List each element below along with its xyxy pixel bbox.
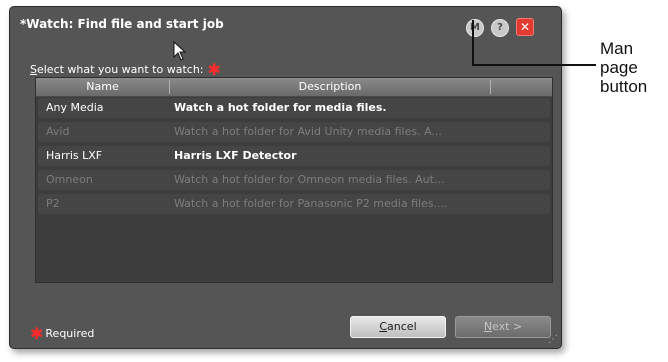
callout-line: page: [600, 58, 638, 77]
man-page-button[interactable]: M: [466, 19, 484, 37]
mouse-cursor-icon: [173, 41, 187, 61]
cancel-label: ancel: [387, 320, 417, 333]
column-divider[interactable]: [490, 80, 491, 94]
callout-line: button: [600, 77, 648, 96]
callout-label: Man page button: [600, 39, 668, 96]
row-name: Any Media: [46, 101, 104, 114]
required-star-icon: ✱: [30, 324, 44, 343]
list-row-omneon[interactable]: Omneon Watch a hot folder for Omneon med…: [38, 170, 550, 190]
title-bar[interactable]: *Watch: Find file and start job M ? ✕: [10, 7, 561, 43]
list-row-avid[interactable]: Avid Watch a hot folder for Avid Unity m…: [38, 122, 550, 142]
close-button[interactable]: ✕: [516, 18, 534, 36]
row-name: Harris LXF: [46, 149, 103, 162]
required-label: Required: [45, 327, 95, 340]
help-icon: ?: [497, 22, 503, 33]
list-row-any-media[interactable]: Any Media Watch a hot folder for media f…: [38, 98, 550, 118]
list-header: Name Description: [36, 78, 552, 97]
row-description: Watch a hot folder for Avid Unity media …: [174, 125, 442, 138]
next-label: ext >: [492, 320, 523, 333]
cancel-button[interactable]: Cancel: [350, 316, 446, 338]
required-legend: ✱ Required: [30, 322, 95, 343]
watch-dialog: *Watch: Find file and start job M ? ✕ Se…: [9, 6, 562, 349]
cancel-accelerator: C: [379, 320, 388, 333]
row-name: Omneon: [46, 173, 93, 186]
list-row-harris-lxf[interactable]: Harris LXF Harris LXF Detector: [38, 146, 550, 166]
row-name: Avid: [46, 125, 70, 138]
row-description: Watch a hot folder for Omneon media file…: [174, 173, 445, 186]
row-description: Watch a hot folder for media files.: [174, 101, 387, 114]
row-description: Watch a hot folder for Panasonic P2 medi…: [174, 197, 448, 210]
row-description: Harris LXF Detector: [174, 149, 297, 162]
column-header-description[interactable]: Description: [170, 80, 490, 93]
resize-grip-icon[interactable]: ⋰: [548, 334, 558, 345]
callout-leader-line: [472, 20, 474, 65]
column-header-name[interactable]: Name: [36, 80, 169, 93]
watch-type-list[interactable]: Name Description Any Media Watch a hot f…: [35, 77, 553, 283]
prompt-text: elect what you want to watch:: [36, 63, 204, 76]
next-button[interactable]: Next >: [455, 316, 551, 338]
row-name: P2: [46, 197, 60, 210]
help-button[interactable]: ?: [491, 19, 509, 37]
list-row-p2[interactable]: P2 Watch a hot folder for Panasonic P2 m…: [38, 194, 550, 214]
next-accelerator: N: [483, 320, 493, 333]
dialog-title: *Watch: Find file and start job: [20, 17, 224, 31]
watch-prompt: Select what you want to watch: ✱: [30, 58, 221, 79]
prompt-accelerator: S: [30, 63, 37, 76]
close-icon: ✕: [519, 20, 531, 34]
callout-line: Man: [600, 39, 634, 58]
callout-leader-line: [472, 64, 596, 66]
